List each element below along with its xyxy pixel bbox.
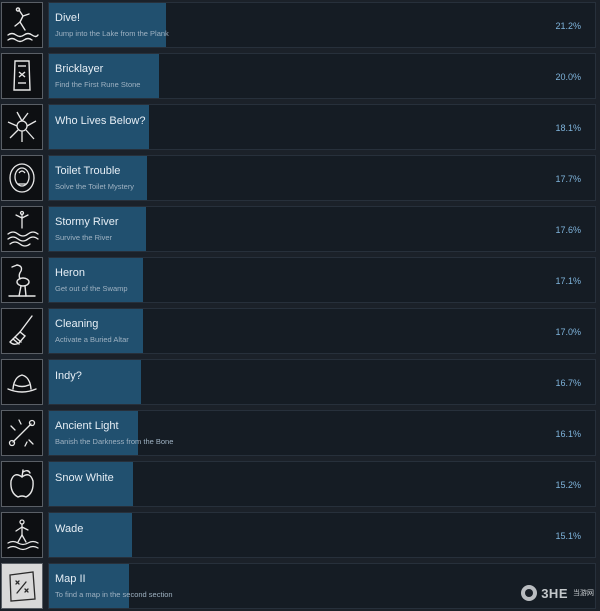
achievement-percentage: 18.1% xyxy=(555,123,581,133)
bone-light-icon xyxy=(8,419,36,447)
achievement-description: Activate a Buried Altar xyxy=(55,335,129,344)
toilet-mystery-icon xyxy=(9,163,35,193)
achievement-description: Banish the Darkness from the Bone xyxy=(55,437,174,446)
achievement-panel: Heron Get out of the Swamp 17.1% xyxy=(48,257,596,303)
achievement-icon xyxy=(1,53,43,99)
achievement-icon xyxy=(1,410,43,456)
achievement-percentage: 16.7% xyxy=(555,378,581,388)
rune-stone-icon xyxy=(13,60,31,91)
progress-bar-fill xyxy=(49,564,129,608)
progress-bar-fill xyxy=(49,54,159,98)
achievement-percentage: 16.1% xyxy=(555,429,581,439)
watermark-text: 3HE xyxy=(541,585,568,601)
achievement-title: Wade xyxy=(55,523,84,535)
apple-icon xyxy=(10,469,34,498)
achievement-panel: Wade 15.1% xyxy=(48,512,596,558)
achievement-description: Find the First Rune Stone xyxy=(55,80,141,89)
achievement-icon xyxy=(1,563,43,609)
achievement-icon xyxy=(1,257,43,303)
achievement-icon xyxy=(1,359,43,405)
achievement-icon xyxy=(1,512,43,558)
achievement-row[interactable]: Map II To find a map in the second secti… xyxy=(0,561,600,611)
achievement-row[interactable]: Indy? 16.7% xyxy=(0,357,600,407)
achievement-panel: Who Lives Below? 18.1% xyxy=(48,104,596,150)
achievement-title: Map II xyxy=(55,573,86,585)
achievement-percentage: 17.7% xyxy=(555,174,581,184)
heron-icon xyxy=(8,264,36,297)
achievement-row[interactable]: Stormy River Survive the River 17.6% xyxy=(0,204,600,254)
achievement-description: Get out of the Swamp xyxy=(55,284,128,293)
broom-icon xyxy=(9,315,33,345)
achievement-description: Jump into the Lake from the Plank xyxy=(55,29,169,38)
progress-bar-fill xyxy=(49,309,143,353)
achievement-title: Indy? xyxy=(55,370,82,382)
achievement-row[interactable]: Toilet Trouble Solve the Toilet Mystery … xyxy=(0,153,600,203)
progress-bar-fill xyxy=(49,105,149,149)
achievement-icon xyxy=(1,2,43,48)
progress-bar-fill xyxy=(49,258,143,302)
creature-icon xyxy=(7,111,37,142)
achievement-percentage: 20.0% xyxy=(555,72,581,82)
achievement-icon xyxy=(1,308,43,354)
achievement-description: To find a map in the second section xyxy=(55,590,173,599)
achievement-panel: Stormy River Survive the River 17.6% xyxy=(48,206,596,252)
achievement-description: Solve the Toilet Mystery xyxy=(55,182,135,191)
achievement-icon xyxy=(1,461,43,507)
achievement-panel: Dive! Jump into the Lake from the Plank … xyxy=(48,2,596,48)
achievement-percentage: 17.6% xyxy=(555,225,581,235)
achievement-row[interactable]: Ancient Light Banish the Darkness from t… xyxy=(0,408,600,458)
achievement-row[interactable]: Bricklayer Find the First Rune Stone 20.… xyxy=(0,51,600,101)
achievement-percentage: 17.1% xyxy=(555,276,581,286)
achievement-row[interactable]: Who Lives Below? 18.1% xyxy=(0,102,600,152)
progress-bar-fill xyxy=(49,207,146,251)
achievement-icon xyxy=(1,206,43,252)
achievement-icon xyxy=(1,155,43,201)
achievement-row[interactable]: Dive! Jump into the Lake from the Plank … xyxy=(0,0,600,50)
achievement-row[interactable]: Snow White 15.2% xyxy=(0,459,600,509)
achievement-icon xyxy=(1,104,43,150)
achievement-title: Dive! xyxy=(55,12,81,24)
achievement-title: Toilet Trouble xyxy=(55,165,121,177)
achievement-title: Heron xyxy=(55,267,85,279)
watermark-logo-icon xyxy=(521,585,538,601)
progress-bar-fill xyxy=(49,156,147,200)
achievement-title: Ancient Light xyxy=(55,420,119,432)
progress-bar-fill xyxy=(49,513,132,557)
achievement-row[interactable]: Heron Get out of the Swamp 17.1% xyxy=(0,255,600,305)
achievement-title: Who Lives Below? xyxy=(55,115,146,127)
achievement-panel: Cleaning Activate a Buried Altar 17.0% xyxy=(48,308,596,354)
progress-bar-fill xyxy=(49,411,138,455)
achievement-panel: Indy? 16.7% xyxy=(48,359,596,405)
achievement-row[interactable]: Wade 15.1% xyxy=(0,510,600,560)
progress-bar-fill xyxy=(49,3,166,47)
achievement-title: Stormy River xyxy=(55,216,119,228)
achievement-title: Bricklayer xyxy=(55,63,104,75)
hat-icon xyxy=(7,374,37,393)
achievement-panel: Ancient Light Banish the Darkness from t… xyxy=(48,410,596,456)
achievement-panel: Toilet Trouble Solve the Toilet Mystery … xyxy=(48,155,596,201)
progress-bar-fill xyxy=(49,360,141,404)
wading-figure-icon xyxy=(7,519,39,551)
achievement-title: Cleaning xyxy=(55,318,99,330)
achievement-panel: Snow White 15.2% xyxy=(48,461,596,507)
achievement-percentage: 17.0% xyxy=(555,327,581,337)
map-icon xyxy=(9,571,36,602)
achievement-description: Survive the River xyxy=(55,233,113,242)
diver-icon xyxy=(7,7,39,43)
achievement-percentage: 21.2% xyxy=(555,21,581,31)
watermark: 3HE 当游网 xyxy=(521,585,594,601)
progress-bar-fill xyxy=(49,462,133,506)
achievement-percentage: 15.2% xyxy=(555,480,581,490)
achievement-row[interactable]: Cleaning Activate a Buried Altar 17.0% xyxy=(0,306,600,356)
achievement-title: Snow White xyxy=(55,472,114,484)
river-icon xyxy=(7,210,39,247)
achievement-percentage: 15.1% xyxy=(555,531,581,541)
achievement-panel: Bricklayer Find the First Rune Stone 20.… xyxy=(48,53,596,99)
achievement-panel: Map II To find a map in the second secti… xyxy=(48,563,596,609)
watermark-chinese: 当游网 xyxy=(573,590,594,597)
